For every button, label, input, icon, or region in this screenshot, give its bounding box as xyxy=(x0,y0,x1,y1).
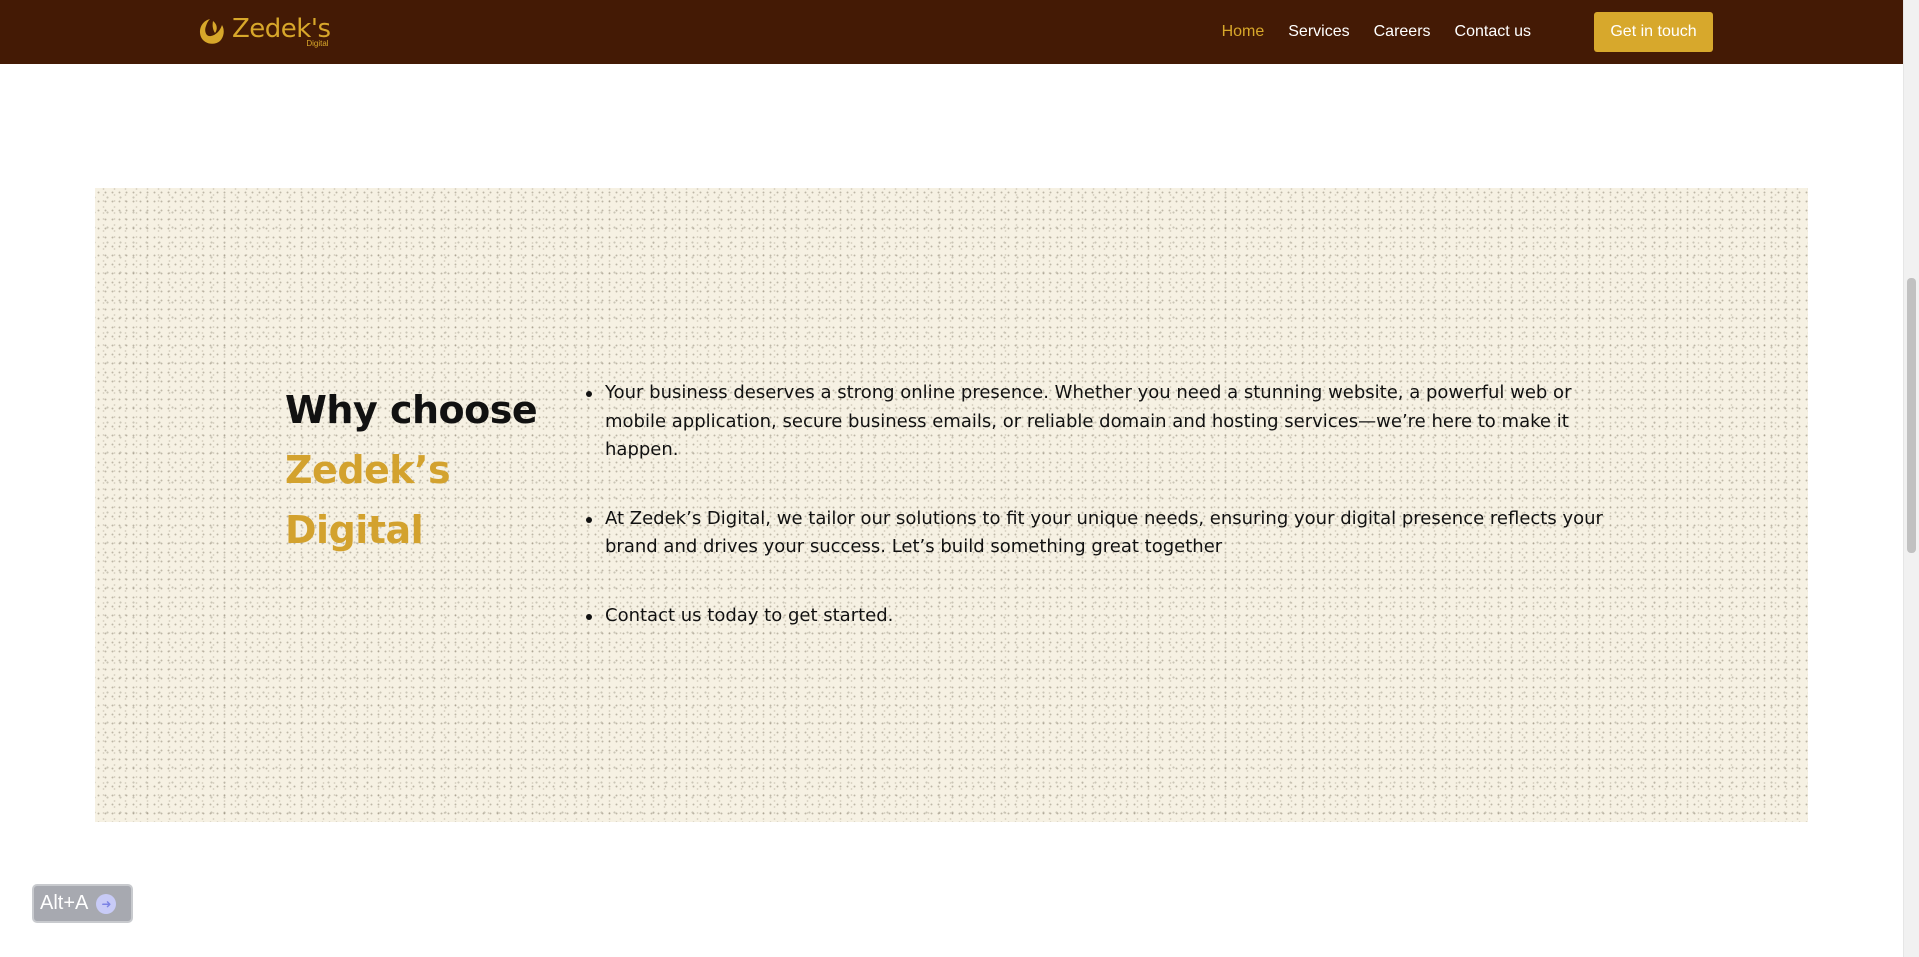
nav-services[interactable]: Services xyxy=(1288,22,1349,42)
why-choose-heading: Why choose Zedek’s Digital xyxy=(285,380,585,560)
why-heading-line2: Zedek’s Digital xyxy=(285,448,451,552)
site-header: Zedek's Digital Home Services Careers Co… xyxy=(0,0,1903,64)
list-item-text: Contact us today to get started. xyxy=(605,604,894,626)
accessibility-widget-label: Alt+A xyxy=(40,892,89,914)
list-item-text: At Zedek’s Digital, we tailor our soluti… xyxy=(605,507,1603,558)
list-item: Your business deserves a strong online p… xyxy=(586,379,1615,465)
why-points-list: Your business deserves a strong online p… xyxy=(586,379,1615,631)
accessibility-widget-button[interactable]: Alt+A ➜ xyxy=(32,884,133,923)
logo-link[interactable]: Zedek's Digital xyxy=(196,14,331,48)
nav-home[interactable]: Home xyxy=(1222,22,1265,42)
list-item: Contact us today to get started. xyxy=(586,602,1615,631)
scrollbar-thumb[interactable] xyxy=(1907,278,1916,553)
page-scrollbar[interactable] xyxy=(1903,0,1919,957)
page: Zedek's Digital Home Services Careers Co… xyxy=(0,0,1919,957)
why-heading-line1: Why choose xyxy=(285,388,538,432)
bullet-icon xyxy=(586,613,592,620)
logo-subtext: Digital xyxy=(306,39,329,48)
bullet-icon xyxy=(586,391,592,397)
list-item-text: Your business deserves a strong online p… xyxy=(605,382,1572,460)
arrow-right-icon: ➜ xyxy=(96,893,117,914)
logo-wordmark: Zedek's Digital xyxy=(232,14,331,48)
logo-icon xyxy=(200,19,224,44)
get-in-touch-button[interactable]: Get in touch xyxy=(1594,12,1713,52)
main-nav: Home Services Careers Contact us xyxy=(1222,0,1531,64)
nav-careers[interactable]: Careers xyxy=(1374,22,1431,42)
list-item: At Zedek’s Digital, we tailor our soluti… xyxy=(586,505,1615,562)
nav-contact-us[interactable]: Contact us xyxy=(1455,22,1531,42)
bullet-icon xyxy=(586,516,592,523)
